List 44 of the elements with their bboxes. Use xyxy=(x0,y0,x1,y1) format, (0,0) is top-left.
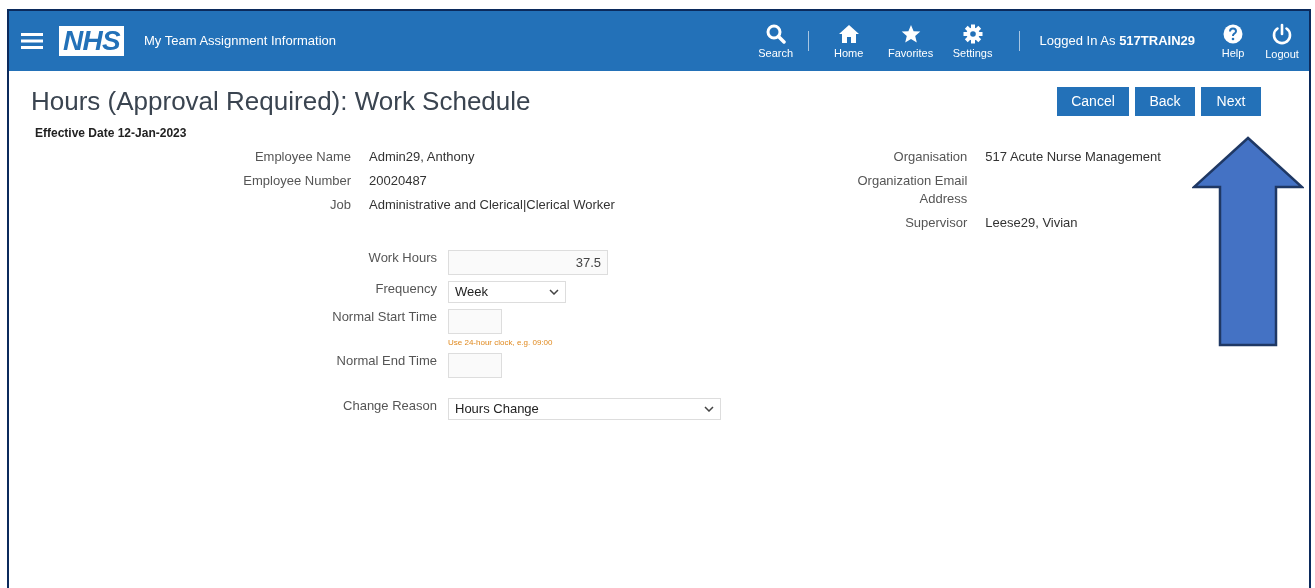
field-value: Administrative and Clerical|Clerical Worker xyxy=(369,195,616,214)
menu-icon[interactable] xyxy=(21,33,43,49)
cancel-button[interactable]: Cancel xyxy=(1057,86,1129,116)
field-label: Frequency xyxy=(374,280,437,298)
field-value: 517 Acute Nurse Management xyxy=(985,147,1162,166)
field-value: Leese29, Vivian xyxy=(985,213,1079,232)
help-icon xyxy=(1223,23,1243,44)
nhs-logo: NHS xyxy=(59,26,125,56)
chevron-down-icon xyxy=(549,288,559,295)
page-title: Hours (Approval Required): Work Schedule xyxy=(31,85,531,118)
field-label: Employee Name xyxy=(253,147,351,166)
home-button[interactable]: Home xyxy=(822,23,875,59)
field-label: Change Reason xyxy=(342,397,437,415)
logout-button[interactable]: Logout xyxy=(1259,22,1305,60)
home-icon xyxy=(837,23,860,44)
next-button[interactable]: Next xyxy=(1201,86,1261,116)
chevron-down-icon xyxy=(704,405,714,412)
field-label: Organization Email Address xyxy=(856,171,968,208)
field-label: Employee Number xyxy=(242,171,351,190)
field-value: Admin29, Anthony xyxy=(369,147,476,166)
search-icon xyxy=(765,23,786,44)
field-value: 20020487 xyxy=(369,171,428,190)
field-label: Work Hours xyxy=(367,249,437,267)
app-title: My Team Assignment Information xyxy=(144,32,336,51)
back-button[interactable]: Back xyxy=(1135,86,1195,116)
hint-text: Use 24-hour clock, e.g. 09:00 xyxy=(448,338,553,347)
favorites-button[interactable]: Favorites xyxy=(884,23,937,59)
time-field[interactable] xyxy=(448,352,502,378)
work-hours-field[interactable]: 37.5 xyxy=(448,249,608,275)
effective-date: Effective Date 12-Jan-2023 xyxy=(35,124,188,142)
star-icon xyxy=(900,23,921,44)
settings-button[interactable]: Settings xyxy=(946,23,999,59)
dropdown[interactable]: Hours Change xyxy=(448,397,721,420)
field-label: Job xyxy=(329,195,351,214)
field-label: Normal End Time xyxy=(335,352,437,370)
help-button[interactable]: Help xyxy=(1213,23,1253,59)
field-label: Organisation xyxy=(892,147,968,166)
power-icon xyxy=(1271,22,1293,45)
dropdown[interactable]: Week xyxy=(448,280,566,303)
time-field[interactable] xyxy=(448,308,502,334)
logged-in-text: Logged In As 517TRAIN29 xyxy=(1039,32,1195,51)
search-button[interactable]: Search xyxy=(753,23,798,59)
field-label: Supervisor xyxy=(904,213,968,232)
field-label: Normal Start Time xyxy=(331,308,437,326)
